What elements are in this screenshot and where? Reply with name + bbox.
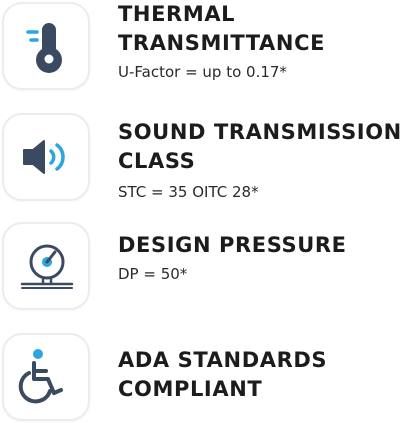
pressure-icon-tile [2, 222, 90, 310]
thermometer-icon [26, 23, 63, 73]
thermal-spec: U-Factor = up to 0.17* [118, 63, 287, 81]
pressure-gauge-icon [20, 244, 74, 289]
ada-text: ADA STANDARDS COMPLIANT [118, 346, 408, 404]
thermal-title: THERMAL TRANSMITTANCE [118, 2, 326, 55]
sound-title: SOUND TRANSMISSION CLASS [118, 120, 402, 173]
sound-icon-tile [2, 113, 90, 201]
wheelchair-icon [18, 349, 63, 404]
ada-title: ADA STANDARDS COMPLIANT [118, 348, 328, 401]
thermal-icon-tile [2, 2, 90, 90]
thermal-text: THERMAL TRANSMITTANCE U-Factor = up to 0… [118, 0, 408, 82]
pressure-title: DESIGN PRESSURE [118, 233, 347, 257]
pressure-spec: DP = 50* [118, 265, 188, 283]
sound-text: SOUND TRANSMISSION CLASS STC = 35 OITC 2… [118, 118, 408, 202]
ada-icon-tile [2, 333, 90, 421]
sound-spec: STC = 35 OITC 28* [118, 183, 259, 201]
pressure-text: DESIGN PRESSURE DP = 50* [118, 231, 408, 284]
speaker-icon [23, 140, 65, 174]
